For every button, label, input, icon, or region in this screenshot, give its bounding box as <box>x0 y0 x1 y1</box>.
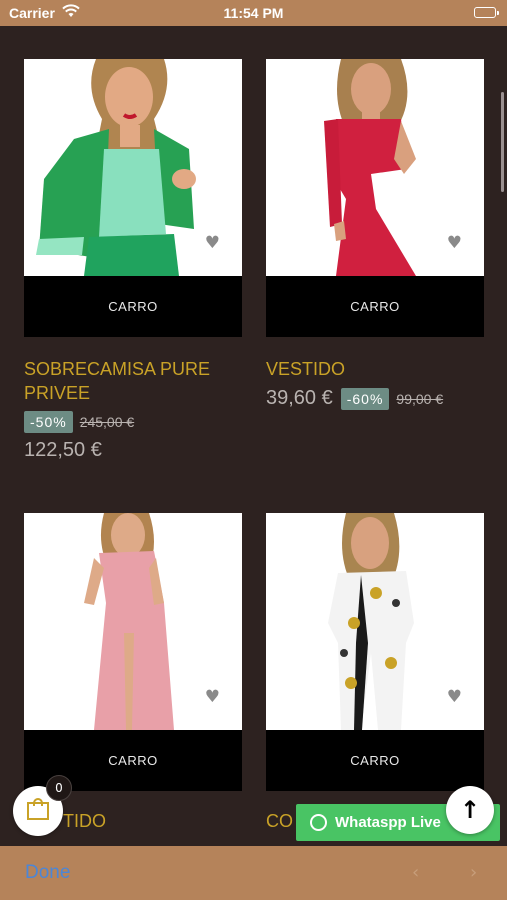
product-image[interactable]: ♥ <box>266 59 484 276</box>
clock: 11:54 PM <box>223 5 284 21</box>
product-name[interactable]: VESTIDO <box>266 357 484 381</box>
bottom-toolbar: Done ‹ › <box>0 846 507 900</box>
original-price: 99,00 € <box>396 390 444 407</box>
product-image[interactable]: ♥ <box>24 513 242 730</box>
favorite-heart-icon[interactable]: ♥ <box>205 689 220 706</box>
discount-badge: -50% <box>24 411 73 433</box>
scrollbar[interactable] <box>501 92 504 192</box>
add-to-cart-button[interactable]: CARRO <box>24 276 242 337</box>
product-name[interactable]: SOBRECAMISA PURE PRIVEE <box>24 357 242 405</box>
whatsapp-icon <box>310 814 327 831</box>
product-image[interactable]: ♥ <box>24 59 242 276</box>
favorite-heart-icon[interactable]: ♥ <box>447 235 462 252</box>
favorite-heart-icon[interactable]: ♥ <box>205 235 220 252</box>
product-name[interactable]: CO <box>266 811 293 832</box>
product-name[interactable]: TIDO <box>63 811 106 832</box>
add-to-cart-button[interactable]: CARRO <box>266 276 484 337</box>
add-to-cart-button[interactable]: CARRO <box>266 730 484 791</box>
product-image[interactable]: ♥ <box>266 513 484 730</box>
sale-price: 122,50 € <box>24 439 102 461</box>
favorite-heart-icon[interactable]: ♥ <box>447 689 462 706</box>
chevron-left-icon[interactable]: ‹ <box>412 862 419 883</box>
arrow-up-icon: ↑ <box>459 796 481 824</box>
shopping-bag-icon <box>26 797 50 825</box>
scroll-to-top-button[interactable]: ↑ <box>446 786 494 834</box>
sale-price: 39,60 € <box>266 387 333 409</box>
done-button[interactable]: Done <box>25 862 70 884</box>
status-bar: Carrier 11:54 PM <box>0 0 507 26</box>
discount-badge: -60% <box>340 387 390 410</box>
chevron-right-icon[interactable]: › <box>470 862 477 883</box>
product-card[interactable]: ♥ CARRO <box>24 513 242 791</box>
battery-icon <box>474 7 499 18</box>
product-card[interactable]: ♥ CARRO VESTIDO 39,60 € -60% 99,00 € <box>266 59 484 410</box>
product-card[interactable]: ♥ CARRO SOBRECAMISA PURE PRIVEE -50% 245… <box>24 59 242 462</box>
product-card[interactable]: ♥ CARRO <box>266 513 484 791</box>
whatsapp-label: Whataspp Live <box>335 814 441 831</box>
original-price: 245,00 € <box>79 414 135 430</box>
bag-count-badge: 0 <box>46 775 72 801</box>
